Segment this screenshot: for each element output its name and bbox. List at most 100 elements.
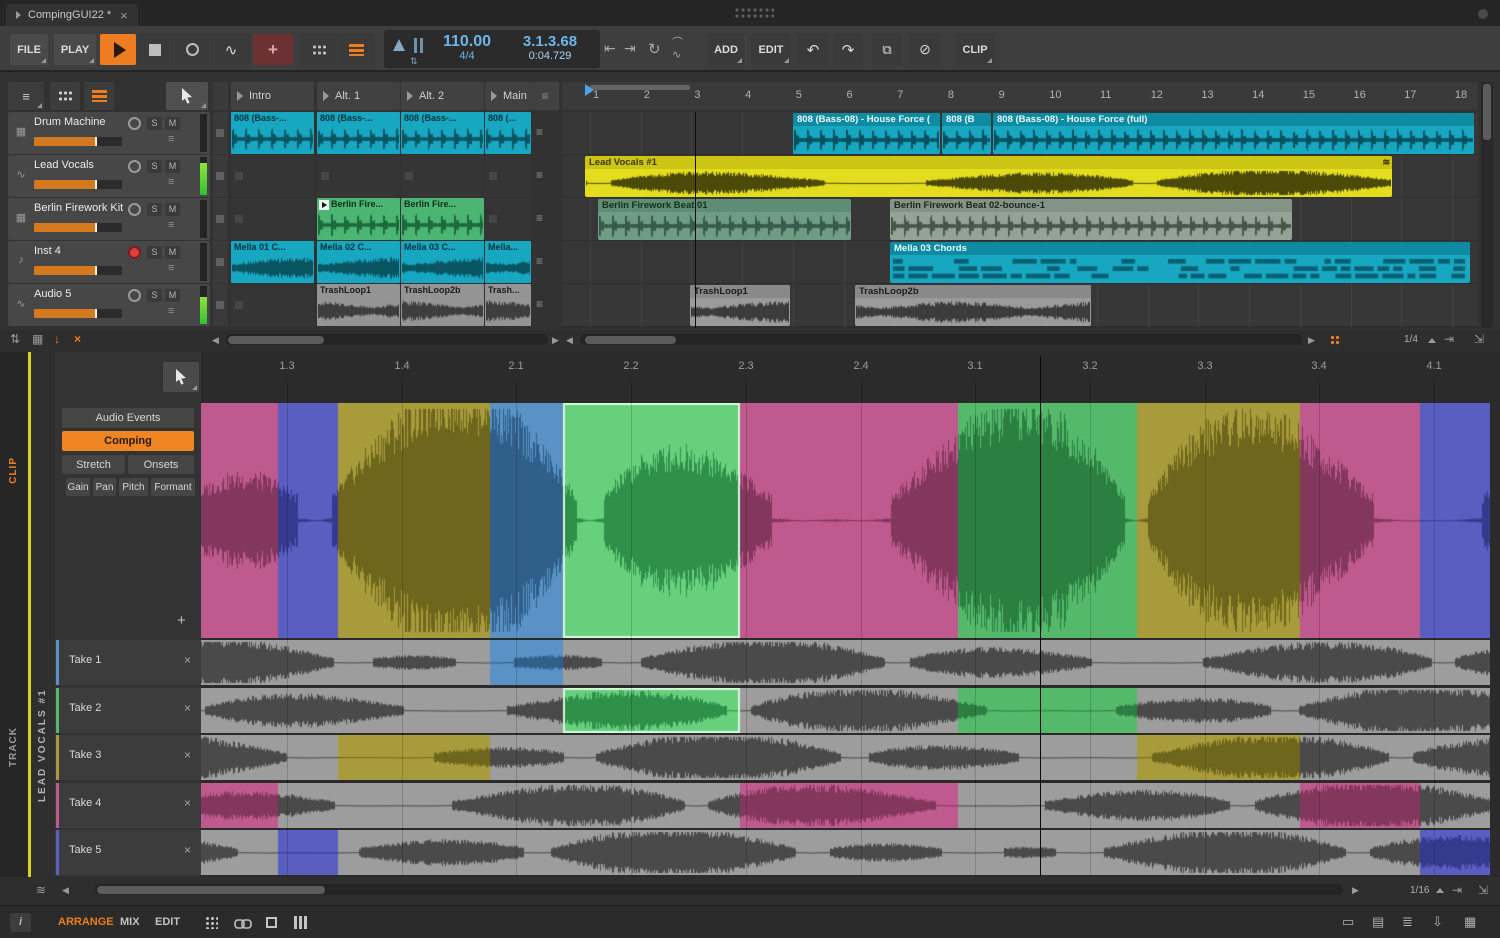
scene-row-menu-icon[interactable]: ≡ <box>536 297 543 311</box>
link-icon[interactable] <box>234 918 252 930</box>
connections-icon[interactable] <box>1330 335 1341 346</box>
solo-button[interactable]: S <box>147 160 162 173</box>
take-delete-icon[interactable]: × <box>184 653 191 667</box>
track-header[interactable]: ∿Audio 5SM≡ <box>8 284 210 326</box>
arranger-clip[interactable]: 808 (B <box>942 113 991 154</box>
position-beats[interactable]: 3.1.3.68 <box>506 33 594 50</box>
clip-loop-icon[interactable]: ≋ <box>1382 156 1390 169</box>
volume-fader[interactable] <box>34 223 122 232</box>
take-lane-waveform[interactable] <box>201 783 1490 828</box>
gain-button[interactable]: Gain <box>66 478 90 496</box>
formant-button[interactable]: Formant <box>151 478 195 496</box>
punch-in-icon[interactable]: ⇤ <box>604 40 616 57</box>
cancel-button[interactable]: ⊘ <box>910 34 940 65</box>
track-menu-icon[interactable]: ≡ <box>168 219 174 231</box>
scrollbar-thumb[interactable] <box>97 886 325 894</box>
clip-header[interactable]: TrashLoop1 <box>690 285 790 298</box>
scrollbar-thumb[interactable] <box>1483 84 1491 140</box>
arranger-clip[interactable]: TrashLoop1 <box>690 285 790 326</box>
empty-clip-slot[interactable] <box>401 155 484 197</box>
tab-clip[interactable]: CLIP <box>8 457 19 484</box>
zoom-to-fit-icon[interactable]: ⇥ <box>1452 883 1462 897</box>
clip-slot[interactable]: Mella... <box>485 241 531 283</box>
mute-button[interactable]: M <box>165 203 180 216</box>
take-delete-icon[interactable]: × <box>184 796 191 810</box>
timeline-view-button[interactable] <box>84 82 114 110</box>
track-menu-icon[interactable]: ≡ <box>168 305 174 317</box>
record-arm-button[interactable] <box>128 160 141 173</box>
time-signature[interactable]: 4/4 <box>434 50 500 62</box>
arranger-clip[interactable]: Berlin Firework Beat 01 <box>598 199 851 240</box>
scene-header[interactable]: Intro <box>231 82 314 110</box>
clip-button[interactable]: CLIP <box>956 34 994 65</box>
auto-scroll-icon[interactable]: ↓ <box>54 332 60 346</box>
record-button[interactable] <box>174 34 210 65</box>
layout-arrange-button[interactable] <box>338 34 375 65</box>
clip-header[interactable]: Berlin Firework Beat 02-bounce-1 <box>890 199 1292 212</box>
clip-stop-button[interactable] <box>213 112 228 154</box>
launcher-view-button[interactable] <box>50 82 80 110</box>
timeline-scrollbar[interactable] <box>580 334 1302 345</box>
empty-clip-slot[interactable] <box>485 155 531 197</box>
arranger-clip[interactable]: TrashLoop2b <box>855 285 1091 326</box>
arranger-grid-value[interactable]: 1/4 <box>1404 334 1418 345</box>
columns-icon[interactable] <box>294 916 307 929</box>
take-list-item[interactable]: Take 1× <box>55 640 201 685</box>
swing-icon[interactable]: ⇅ <box>410 56 418 67</box>
clip-slot[interactable]: Mella 03 C... <box>401 241 484 283</box>
scene-row-menu-icon[interactable]: ≡ <box>536 168 543 182</box>
clip-header[interactable]: Lead Vocals #1≋ <box>585 156 1392 169</box>
arranger-timeline[interactable]: 808 (Bass-08) - House Force (808 (B808 (… <box>562 112 1478 328</box>
scene-row-menu-icon[interactable]: ≡ <box>536 125 543 139</box>
arranger-clip[interactable]: Lead Vocals #1≋ <box>585 156 1392 197</box>
take-delete-icon[interactable]: × <box>184 843 191 857</box>
track-header[interactable]: ♪Inst 4SM≡ <box>8 241 210 283</box>
mixer-panel-icon[interactable]: ≣ <box>1402 914 1413 930</box>
tab-mix[interactable]: MIX <box>120 916 140 928</box>
volume-fader[interactable] <box>34 266 122 275</box>
empty-clip-slot[interactable] <box>231 198 314 240</box>
layout-split-button[interactable] <box>300 34 337 65</box>
follow-playhead-icon[interactable]: ⇅ <box>10 332 20 346</box>
track-menu-icon[interactable]: ≡ <box>168 262 174 274</box>
undo-button[interactable]: ↶ <box>798 34 828 65</box>
file-button[interactable]: FILE <box>10 34 48 65</box>
grid-snap-icon[interactable]: ▦ <box>32 332 43 346</box>
comp-waveform-display[interactable] <box>201 403 1490 638</box>
edit-button[interactable]: EDIT <box>751 34 791 65</box>
solo-button[interactable]: S <box>147 117 162 130</box>
clip-header[interactable]: Berlin Firework Beat 01 <box>598 199 851 212</box>
keyboard-panel-icon[interactable]: ▦ <box>1464 914 1476 930</box>
scene-header[interactable]: Alt. 1 <box>317 82 400 110</box>
audio-events-button[interactable]: Audio Events <box>62 408 194 428</box>
editor-pointer-tool-button[interactable] <box>163 362 199 392</box>
clip-slot[interactable]: 808 (Bass-... <box>231 112 314 154</box>
take-lane-waveform[interactable] <box>201 830 1490 875</box>
take-lane-waveform[interactable] <box>201 640 1490 685</box>
editor-scrollbar[interactable] <box>95 884 1343 895</box>
arranger-clip[interactable]: 808 (Bass-08) - House Force ( <box>793 113 940 154</box>
take-lane-waveform[interactable] <box>201 688 1490 733</box>
follow-curve-icon[interactable]: ∿ <box>672 48 681 61</box>
timeline-scroll-right-icon[interactable]: ▶ <box>1308 335 1315 346</box>
clip-slot[interactable]: 808 (Bass-... <box>317 112 400 154</box>
automation-write-button[interactable]: ∿ <box>211 34 251 65</box>
onsets-button[interactable]: Onsets <box>128 455 194 474</box>
tab-arrange[interactable]: ARRANGE <box>58 916 114 928</box>
play-menu-button[interactable]: PLAY <box>54 34 96 65</box>
position-time[interactable]: 0:04.729 <box>506 50 594 62</box>
account-status-icon[interactable] <box>1478 9 1488 19</box>
launcher-scrollbar[interactable] <box>226 334 548 345</box>
grid-step-up-icon[interactable] <box>1428 338 1436 343</box>
project-tab-close-icon[interactable]: × <box>120 8 128 23</box>
clip-slot[interactable]: TrashLoop2b <box>401 284 484 326</box>
clip-slot[interactable]: Mella 02 C... <box>317 241 400 283</box>
info-button[interactable]: i <box>10 913 31 932</box>
pitch-button[interactable]: Pitch <box>119 478 148 496</box>
solo-button[interactable]: S <box>147 203 162 216</box>
take-list-item[interactable]: Take 4× <box>55 783 201 828</box>
file-panel-icon[interactable]: ▤ <box>1372 914 1384 930</box>
clip-stop-button[interactable] <box>213 198 228 240</box>
scene-play-icon[interactable] <box>491 91 497 101</box>
arranger-playhead[interactable] <box>695 112 696 328</box>
